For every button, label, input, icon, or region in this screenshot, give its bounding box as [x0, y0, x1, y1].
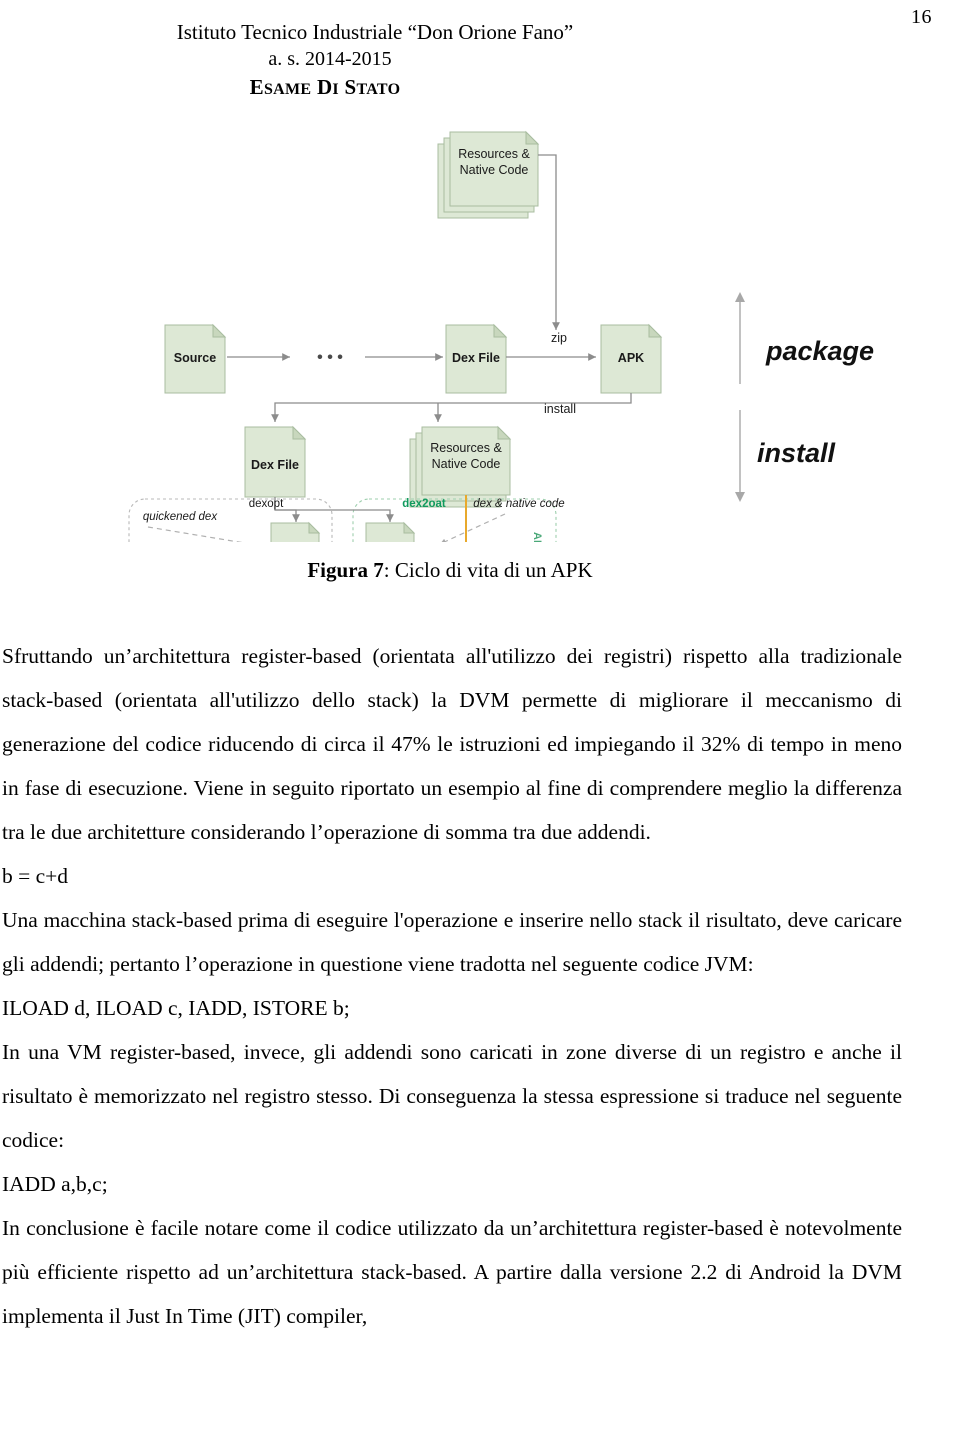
academic-year: a. s. 2014-2015 — [268, 48, 392, 71]
exam-title-e: E — [249, 74, 264, 99]
edge-label-dex2oat: dex2oat — [402, 498, 446, 510]
edge-quickened-dex-leader — [147, 526, 243, 542]
node-label-dex-file-top: Dex File — [452, 351, 500, 365]
paragraph-intro: Sfruttando un’architettura register-base… — [2, 644, 902, 844]
node-label-ellipsis: • • • — [317, 349, 343, 366]
node-resources-native-code-top: Resources & Native Code — [437, 130, 540, 219]
group-label-art: ART — [531, 532, 543, 542]
exam-title-tato: TATO — [356, 80, 401, 98]
node-label-resources-top-line2: Native Code — [460, 163, 529, 177]
exam-title-same: SAME — [263, 80, 312, 98]
node-label-resources-top-line1: Resources & — [458, 147, 530, 161]
paragraph-register-based: In una VM register-based, invece, gli ad… — [2, 1040, 902, 1152]
node-dex-file-top: Dex File — [445, 323, 508, 394]
figure-caption-label: Figura 7 — [307, 558, 384, 582]
exam-title-i: I — [332, 80, 339, 98]
phase-axis-install-arrowhead — [735, 492, 745, 502]
node-source: Source — [164, 323, 227, 394]
node-resources-native-code-mid: Resources & Native Code — [409, 425, 512, 508]
node-label-dex-file-mid: Dex File — [251, 458, 299, 472]
edge-label-dex-native-code: dex & native code — [473, 498, 564, 510]
apk-lifecycle-svg: Resources & Native Code Source • • • Dex… — [128, 130, 874, 542]
node-label-resources-mid-line1: Resources & — [430, 441, 502, 455]
edge-label-zip: zip — [551, 331, 567, 345]
node-label-resources-mid-line2: Native Code — [432, 457, 501, 471]
exam-title: ESAME DI STATO — [0, 73, 960, 101]
node-label-source: Source — [174, 351, 216, 365]
edge-resources-to-zip — [538, 154, 560, 330]
school-name: Istituto Tecnico Industriale “Don Orione… — [176, 20, 574, 44]
edge-label-quickened-dex: quickened dex — [143, 511, 218, 523]
paragraph-code-jvm: ILOAD d, ILOAD c, IADD, ISTORE b; — [2, 996, 350, 1020]
body-text: Sfruttando un’architettura register-base… — [0, 634, 902, 1338]
paragraph-expression-b: b = c+d — [2, 864, 69, 888]
phase-label-install: install — [757, 438, 836, 468]
node-dex-file-mid: Dex File — [244, 425, 307, 498]
edge-label-install: install — [544, 402, 576, 416]
node-elf-file: ELF File — [365, 521, 416, 542]
edge-dex-native-code-leader — [440, 513, 506, 542]
document-header: Istituto Tecnico Industriale “Don Orione… — [0, 18, 960, 101]
figure-caption: Figura 7: Ciclo di vita di un APK — [0, 558, 960, 583]
exam-title-s: S — [344, 74, 357, 99]
node-label-apk: APK — [618, 351, 644, 365]
figure-apk-lifecycle: Resources & Native Code Source • • • Dex… — [0, 122, 960, 542]
paragraph-conclusion: In conclusione è facile notare come il c… — [2, 1216, 902, 1328]
edge-apk-to-dexfile-mid — [271, 393, 632, 422]
phase-label-package: package — [765, 336, 874, 366]
edge-dex2oat — [275, 509, 394, 522]
figure-caption-text: : Ciclo di vita di un APK — [383, 558, 593, 582]
phase-axis-package-arrowhead — [735, 292, 745, 302]
edge-label-dexopt: dexopt — [249, 498, 284, 510]
paragraph-code-iadd: IADD a,b,c; — [2, 1172, 108, 1196]
node-odex-file: Odex File — [270, 521, 321, 542]
node-apk: APK — [600, 323, 663, 394]
paragraph-stack-based: Una macchina stack-based prima di esegui… — [2, 908, 902, 976]
exam-title-d: D — [316, 74, 333, 99]
